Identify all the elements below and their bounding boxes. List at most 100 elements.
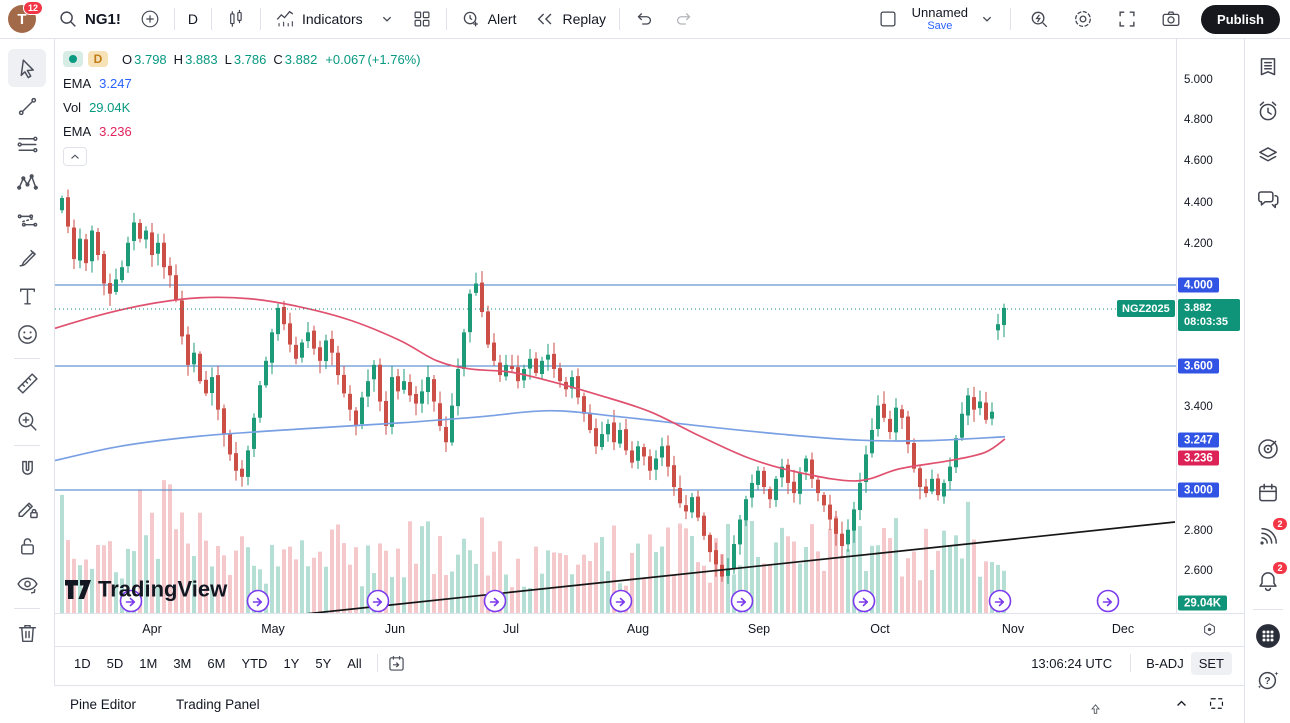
symbol-search-button[interactable]: NG1! <box>48 4 130 34</box>
chart-pane[interactable]: TradingView D O3.798 H3.883 L3.786 C3.88… <box>55 39 1176 613</box>
restore-panel-icon <box>1207 694 1226 713</box>
ema-legend-row[interactable]: EMA 3.236 <box>63 119 421 143</box>
tool-draw[interactable] <box>8 489 46 527</box>
tool-eye[interactable] <box>8 565 46 603</box>
sidebar-help-button[interactable]: ? <box>1248 658 1288 702</box>
sidebar-notifications-button[interactable]: 2 <box>1248 559 1288 603</box>
trend-line-icon <box>15 94 40 119</box>
tool-trend-line[interactable] <box>8 87 46 125</box>
symbol-name: NG1! <box>85 11 121 28</box>
layout-menu-button[interactable] <box>972 4 1002 34</box>
low-value: 3.786 <box>234 52 267 67</box>
axis-settings-icon[interactable] <box>1201 621 1218 638</box>
replay-button[interactable]: Replay <box>525 4 615 34</box>
sidebar-alerts-button[interactable] <box>1248 89 1288 133</box>
indicator-templates-button[interactable] <box>372 4 402 34</box>
sidebar-object-tree-button[interactable] <box>1248 133 1288 177</box>
svg-text:?: ? <box>1264 676 1270 687</box>
range-1m[interactable]: 1M <box>132 652 164 675</box>
toolbar-separator <box>211 8 212 30</box>
month-label-jul: Jul <box>503 622 519 636</box>
range-5y[interactable]: 5Y <box>308 652 338 675</box>
brush-icon <box>15 246 40 271</box>
tool-fib-retracement[interactable] <box>8 125 46 163</box>
interval-button[interactable]: D <box>179 4 207 34</box>
undo-button[interactable] <box>624 4 664 34</box>
range-6m[interactable]: 6M <box>200 652 232 675</box>
range-1y[interactable]: 1Y <box>276 652 306 675</box>
symbol-legend-row[interactable]: D O3.798 H3.883 L3.786 C3.882 +0.067 (+1… <box>63 47 421 71</box>
toolbar-separator <box>174 8 175 30</box>
panel-collapse-button[interactable] <box>1172 694 1191 716</box>
redo-button[interactable] <box>664 4 704 34</box>
range-3m[interactable]: 3M <box>166 652 198 675</box>
save-label[interactable]: Save <box>927 20 952 32</box>
ema-legend-row[interactable]: EMA 3.247 <box>63 71 421 95</box>
alert-button[interactable]: Alert <box>451 4 526 34</box>
settlement-toggle[interactable]: SET <box>1191 652 1232 675</box>
toolbar-separator <box>446 8 447 30</box>
user-avatar[interactable]: T 12 <box>8 5 36 33</box>
ema-label: EMA <box>63 124 91 139</box>
fib-retracement-icon <box>15 132 40 157</box>
chart-settings-button[interactable] <box>1063 4 1103 34</box>
month-label-dec: Dec <box>1112 622 1134 636</box>
tool-brush[interactable] <box>8 239 46 277</box>
price-tick-3.000: 3.000 <box>1178 483 1219 498</box>
publish-button[interactable]: Publish <box>1201 5 1280 34</box>
sidebar-watchlist-button[interactable] <box>1248 45 1288 89</box>
tool-projection[interactable] <box>8 201 46 239</box>
interval-badge: D <box>88 51 108 67</box>
range-1d[interactable]: 1D <box>67 652 98 675</box>
contract-price-flag[interactable]: NGZ2025 <box>1117 300 1175 317</box>
ema-slow-line[interactable] <box>55 411 1005 461</box>
pine-editor-tab[interactable]: Pine Editor <box>70 697 136 712</box>
fullscreen-button[interactable] <box>1107 4 1147 34</box>
sidebar-economic-calendar-button[interactable] <box>1248 471 1288 515</box>
draw-icon <box>15 496 40 521</box>
apps-icon <box>1255 623 1281 649</box>
tool-cursor[interactable] <box>8 49 46 87</box>
sidebar-chat-button[interactable] <box>1248 177 1288 221</box>
back-adjust-toggle[interactable]: B-ADJ <box>1139 652 1191 675</box>
search-icon <box>57 8 79 30</box>
tool-text[interactable] <box>8 277 46 315</box>
drawing-toolbar <box>0 39 55 686</box>
tool-lock[interactable] <box>8 527 46 565</box>
sidebar-gauge-button[interactable] <box>1248 427 1288 471</box>
tool-emoji[interactable] <box>8 315 46 353</box>
ema-fast-line[interactable] <box>55 297 1005 481</box>
compare-add-button[interactable] <box>130 4 170 34</box>
grid-layout-button[interactable] <box>402 4 442 34</box>
tool-trash[interactable] <box>8 614 46 652</box>
go-to-date-button[interactable] <box>386 653 407 674</box>
calendar-arrow-icon <box>386 653 407 674</box>
panel-restore-button[interactable] <box>1207 694 1226 716</box>
month-label-may: May <box>261 622 285 636</box>
time-axis[interactable]: AprMayJunJulAugSepOctNovDec <box>55 613 1244 646</box>
range-all[interactable]: All <box>340 652 368 675</box>
sidebar-apps-button[interactable] <box>1248 614 1288 658</box>
indicators-button[interactable]: Indicators <box>265 4 372 34</box>
trading-panel-tab[interactable]: Trading Panel <box>176 697 260 712</box>
chart-style-button[interactable] <box>216 4 256 34</box>
tool-ruler[interactable] <box>8 364 46 402</box>
range-ytd[interactable]: YTD <box>234 652 274 675</box>
quick-search-button[interactable] <box>1019 4 1059 34</box>
gauge-icon <box>1255 436 1281 462</box>
tool-magnet[interactable] <box>8 451 46 489</box>
layout-name-block[interactable]: Unnamed Save <box>912 6 968 32</box>
panel-up-arrow-icon[interactable] <box>1088 702 1103 720</box>
clock-utc[interactable]: 13:06:24 UTC <box>1021 656 1122 671</box>
tool-xabcd-pattern[interactable] <box>8 163 46 201</box>
legend-collapse-button[interactable] <box>63 147 87 166</box>
toolbar-separator <box>14 608 40 609</box>
layout-select-button[interactable] <box>868 4 908 34</box>
price-axis[interactable]: 3.882 08:03:35 5.0004.8004.6004.4004.200… <box>1176 39 1244 613</box>
sidebar-streams-button[interactable]: 2 <box>1248 515 1288 559</box>
tool-zoom-in[interactable] <box>8 402 46 440</box>
range-5d[interactable]: 5D <box>100 652 131 675</box>
snapshot-button[interactable] <box>1151 4 1191 34</box>
volume-legend-row[interactable]: Vol 29.04K <box>63 95 421 119</box>
toolbar-separator <box>260 8 261 30</box>
